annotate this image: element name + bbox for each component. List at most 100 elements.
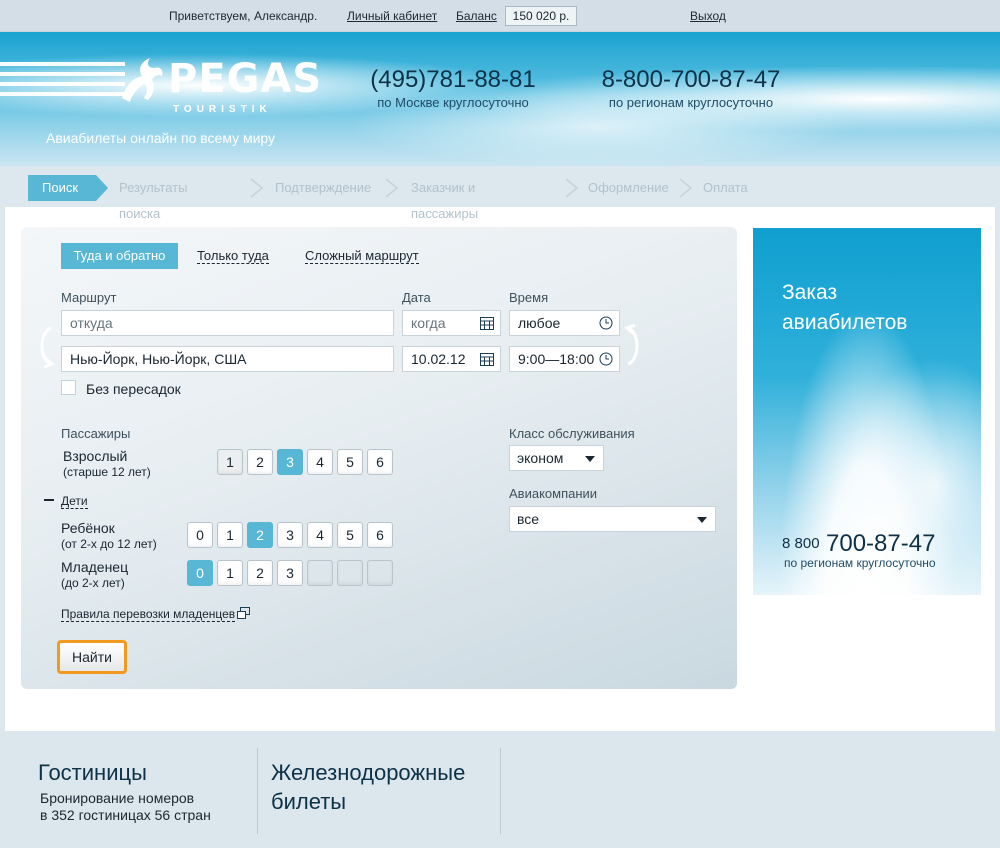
child-label: Ребёнок bbox=[61, 520, 115, 536]
date-label: Дата bbox=[402, 290, 431, 305]
step-customer: Заказчик и пассажиры bbox=[411, 180, 479, 221]
logo-subtext: TOURISTIK bbox=[173, 104, 272, 115]
date-to-input[interactable]: 10.02.12 bbox=[402, 346, 501, 372]
child-count-option-selected[interactable]: 2 bbox=[247, 522, 273, 548]
adult-label-block: Взрослый (старше 12 лет) bbox=[63, 449, 151, 479]
search-panel: Туда и обратно Только туда Сложный маршр… bbox=[21, 227, 737, 689]
time-from-value: любое bbox=[518, 315, 561, 331]
infant-count-empty-slot bbox=[337, 560, 363, 586]
adult-count-option[interactable]: 4 bbox=[307, 449, 333, 475]
infant-label: Младенец bbox=[61, 559, 129, 575]
tab-complex-route[interactable]: Сложный маршрут bbox=[305, 248, 419, 264]
class-label: Класс обслуживания bbox=[509, 426, 635, 441]
passengers-label: Пассажиры bbox=[61, 426, 131, 441]
phone-regions-caption: по регионам круглосуточно bbox=[608, 95, 774, 110]
child-count-option[interactable]: 6 bbox=[367, 522, 393, 548]
no-transfers-label: Без пересадок bbox=[86, 381, 181, 397]
infant-count-option-selected[interactable]: 0 bbox=[187, 560, 213, 586]
rail-title-line1[interactable]: Железнодорожные bbox=[271, 758, 465, 788]
tab-one-way[interactable]: Только туда bbox=[197, 248, 269, 264]
tagline: Авиабилеты онлайн по всему миру bbox=[46, 130, 276, 146]
child-count-option[interactable]: 4 bbox=[307, 522, 333, 548]
hotels-title[interactable]: Гостиницы bbox=[38, 758, 147, 788]
adult-count-option[interactable]: 2 bbox=[247, 449, 273, 475]
child-count-option[interactable]: 1 bbox=[217, 522, 243, 548]
calendar-icon[interactable] bbox=[480, 316, 494, 330]
children-toggle-link[interactable]: Дети bbox=[61, 494, 88, 509]
phone-moscow-caption: по Москве круглосуточно bbox=[377, 95, 529, 110]
child-label-block: Ребёнок (от 2-х до 12 лет) bbox=[61, 521, 157, 551]
clock-icon[interactable] bbox=[599, 316, 613, 330]
banner-title: Заказ авиабилетов bbox=[782, 281, 908, 334]
pegasus-icon bbox=[122, 58, 163, 102]
to-input[interactable]: Нью-Йорк, Нью-Йорк, США bbox=[61, 346, 394, 372]
infant-count-option[interactable]: 2 bbox=[247, 560, 273, 586]
rail-title-line2[interactable]: билеты bbox=[271, 787, 346, 817]
child-sublabel: (от 2-х до 12 лет) bbox=[61, 537, 157, 551]
airline-value: все bbox=[517, 511, 540, 527]
infant-label-block: Младенец (до 2-х лет) bbox=[61, 560, 128, 590]
swap-right-arrow-icon[interactable] bbox=[624, 324, 644, 368]
promo-banner[interactable]: Заказ авиабилетов 8 800 700-87-47 по рег… bbox=[753, 228, 981, 595]
step-checkout: Оформление bbox=[588, 180, 669, 195]
top-bar: Приветствуем, Александр. Личный кабинет … bbox=[0, 0, 1000, 32]
logout-link[interactable]: Выход bbox=[690, 9, 726, 23]
external-window-icon[interactable] bbox=[237, 607, 250, 619]
no-transfers-checkbox[interactable] bbox=[61, 380, 76, 395]
child-count-option[interactable]: 5 bbox=[337, 522, 363, 548]
banner-phone-caption: по регионам круглосуточно bbox=[784, 556, 936, 570]
banner-phone-number: 700-87-47 bbox=[826, 530, 936, 557]
infant-count-empty-slot bbox=[307, 560, 333, 586]
infant-count-option[interactable]: 3 bbox=[277, 560, 303, 586]
time-from-select[interactable]: любое bbox=[509, 310, 620, 336]
step-chevron-icon bbox=[565, 178, 579, 198]
hotels-text-line1: Бронирование номеров bbox=[40, 790, 195, 806]
hotels-text-line2: в 352 гостиницах 56 стран bbox=[40, 807, 211, 823]
logo-lines bbox=[0, 62, 125, 104]
date-from-placeholder: когда bbox=[411, 315, 446, 331]
airline-select[interactable]: все bbox=[509, 506, 716, 532]
step-search-active: Поиск bbox=[28, 175, 108, 201]
clock-icon[interactable] bbox=[599, 352, 613, 366]
phone-moscow-block: (495)781-88-81 по Москве круглосуточно bbox=[368, 66, 538, 110]
adult-count-option-selected[interactable]: 3 bbox=[277, 449, 303, 475]
balance-value: 150 020 р. bbox=[505, 6, 577, 26]
infant-rules-link[interactable]: Правила перевозки младенцев bbox=[61, 607, 236, 622]
time-label: Время bbox=[509, 290, 549, 305]
step-confirm: Подтверждение bbox=[275, 180, 372, 195]
header: PEGAS TOURISTIK Авиабилеты онлайн по все… bbox=[0, 32, 1000, 166]
cabinet-link[interactable]: Личный кабинет bbox=[347, 9, 437, 23]
child-count-option[interactable]: 3 bbox=[277, 522, 303, 548]
airline-label: Авиакомпании bbox=[509, 486, 598, 501]
adult-count-option[interactable]: 5 bbox=[337, 449, 363, 475]
dropdown-arrow-icon bbox=[697, 517, 707, 523]
step-chevron-icon bbox=[679, 178, 693, 198]
infant-count-option[interactable]: 1 bbox=[217, 560, 243, 586]
infant-count-empty-slot bbox=[367, 560, 393, 586]
from-input[interactable]: откуда bbox=[61, 310, 394, 336]
tab-round-trip[interactable]: Туда и обратно bbox=[61, 243, 178, 269]
step-chevron-icon bbox=[250, 178, 264, 198]
dropdown-arrow-icon bbox=[585, 456, 595, 462]
step-chevron-icon bbox=[385, 178, 399, 198]
step-payment: Оплата bbox=[703, 180, 748, 195]
find-button[interactable]: Найти bbox=[57, 640, 127, 674]
child-count-option[interactable]: 0 bbox=[187, 522, 213, 548]
adult-sublabel: (старше 12 лет) bbox=[63, 465, 151, 479]
balance-link[interactable]: Баланс bbox=[456, 9, 497, 23]
phone-regions-block: 8-800-700-87-47 по регионам круглосуточн… bbox=[596, 66, 786, 110]
collapse-minus-icon[interactable] bbox=[44, 499, 54, 501]
class-select[interactable]: эконом bbox=[509, 445, 604, 471]
calendar-icon[interactable] bbox=[480, 352, 494, 366]
swap-left-arrow-icon[interactable] bbox=[35, 324, 55, 368]
time-to-value: 9:00—18:00 bbox=[518, 351, 595, 367]
date-from-input[interactable]: когда bbox=[402, 310, 501, 336]
class-value: эконом bbox=[517, 450, 564, 466]
date-to-value: 10.02.12 bbox=[411, 351, 466, 367]
route-label: Маршрут bbox=[61, 290, 117, 305]
logo-text: PEGAS bbox=[168, 56, 323, 102]
adult-count-option[interactable]: 6 bbox=[367, 449, 393, 475]
phone-moscow: (495)781-88-81 bbox=[370, 66, 536, 93]
adult-count-option[interactable]: 1 bbox=[217, 449, 243, 475]
time-to-select[interactable]: 9:00—18:00 bbox=[509, 346, 620, 372]
